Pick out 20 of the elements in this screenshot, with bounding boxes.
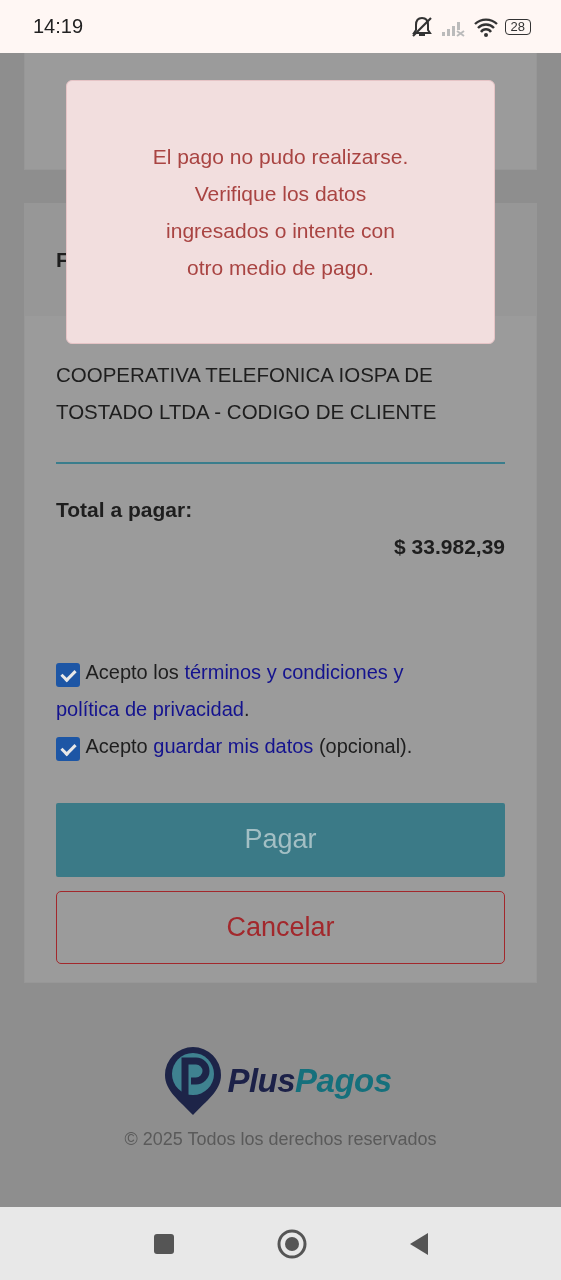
consent-text: Acepto los términos y condiciones y política de privacidad. (56, 659, 405, 722)
consent-text: Acepto guardar mis datos (opcional). (56, 727, 505, 765)
checkbox[interactable] (56, 663, 80, 687)
recents-icon[interactable] (151, 1231, 176, 1256)
cancel-button[interactable]: Cancelar (56, 890, 505, 964)
consent-link[interactable]: términos y condiciones y (184, 660, 404, 683)
total-amount: $ 33.982,39 (393, 533, 505, 560)
home-icon[interactable] (275, 1227, 308, 1260)
consent-link[interactable]: guardar mis datos (153, 734, 314, 757)
total-label: Total a pagar: (56, 496, 194, 523)
logo-text: PlusPagos (227, 1062, 392, 1100)
checkbox[interactable] (56, 737, 80, 761)
pin-logo-icon (163, 1045, 224, 1117)
clock-time: 14:19 (33, 15, 84, 38)
battery-indicator: 28 (504, 18, 531, 35)
error-message: El pago no pudo realizarse. Verifique los datos ingresados o intente con otro medio de pago. (152, 144, 409, 281)
consent-link[interactable]: política de privacidad (56, 697, 244, 720)
merchant-name: COOPERATIVA TELEFONICA IOSPA DE TOSTADO LTDA - CODIGO DE CLIENTE (56, 362, 438, 425)
pay-button[interactable]: Pagar (56, 802, 505, 877)
wifi-icon (472, 16, 499, 37)
